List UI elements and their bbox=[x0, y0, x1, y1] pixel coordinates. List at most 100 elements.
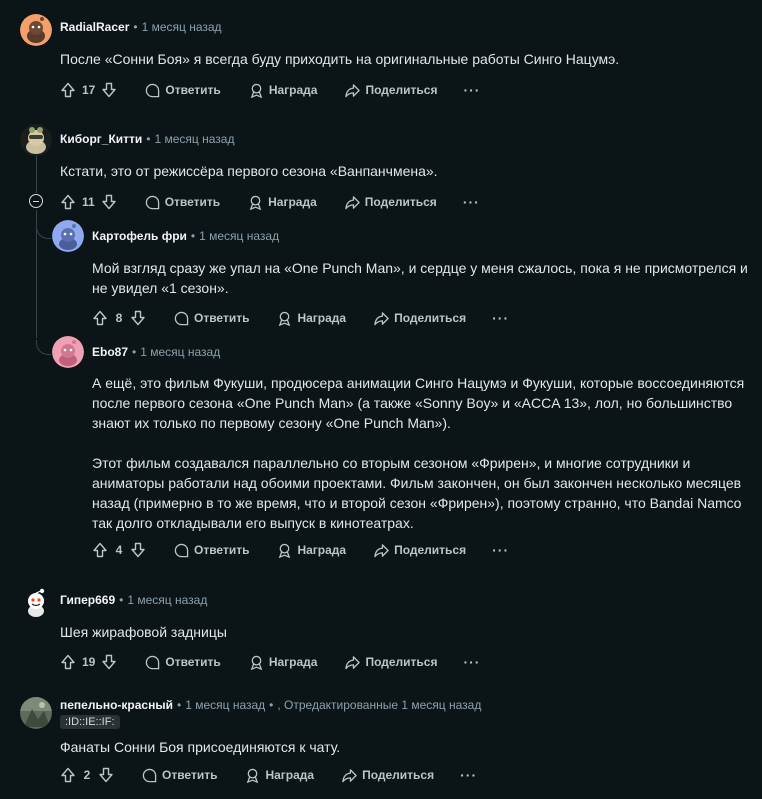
downvote-icon[interactable] bbox=[98, 767, 114, 783]
avatar[interactable] bbox=[52, 336, 84, 368]
award-icon bbox=[279, 311, 291, 326]
share-button[interactable]: Поделиться bbox=[345, 83, 437, 98]
comment-body: Мой взгляд сразу же упал на «One Punch M… bbox=[92, 258, 752, 298]
vote-count: 19 bbox=[82, 655, 96, 669]
avatar[interactable] bbox=[20, 586, 52, 618]
vote-control: 19 bbox=[60, 654, 117, 670]
comment-text: А ещё, это фильм Фукуши, продюсера анима… bbox=[92, 375, 745, 431]
award-button[interactable]: Награда bbox=[277, 543, 346, 558]
upvote-icon[interactable] bbox=[60, 654, 76, 670]
reply-button[interactable]: Ответить bbox=[145, 195, 220, 210]
award-icon bbox=[249, 195, 262, 210]
share-button[interactable]: Поделиться bbox=[374, 543, 466, 558]
more-options-icon[interactable]: ··· bbox=[463, 654, 480, 670]
comment-actions: 4 Ответить Награда Поделиться ··· bbox=[92, 534, 509, 566]
share-icon bbox=[374, 543, 389, 557]
comment-text: Мой взгляд сразу же упал на «One Punch M… bbox=[92, 260, 748, 296]
comment-header: Киборг_Китти • 1 месяц назад bbox=[60, 132, 235, 146]
downvote-icon[interactable] bbox=[101, 194, 117, 210]
thread-line bbox=[36, 155, 37, 193]
downvote-icon[interactable] bbox=[101, 82, 117, 98]
reply-button[interactable]: Ответить bbox=[142, 768, 217, 783]
more-options-icon[interactable]: ··· bbox=[463, 194, 480, 210]
downvote-icon[interactable] bbox=[130, 542, 146, 558]
upvote-icon[interactable] bbox=[92, 310, 108, 326]
reply-button[interactable]: Ответить bbox=[174, 543, 249, 558]
vote-count: 17 bbox=[82, 83, 96, 97]
comment-actions: 17 Ответить Награда Поделиться ··· bbox=[60, 74, 480, 106]
comment-bubble-icon bbox=[146, 83, 160, 97]
timestamp[interactable]: 1 месяц назад bbox=[154, 132, 234, 146]
vote-count: 8 bbox=[115, 311, 123, 325]
more-options-icon[interactable]: ··· bbox=[463, 82, 480, 98]
comment-thread: RadialRacer • 1 месяц назад После «Сонни Б… bbox=[0, 0, 762, 799]
upvote-icon[interactable] bbox=[60, 82, 76, 98]
timestamp[interactable]: 1 месяц назад bbox=[185, 698, 265, 712]
award-icon bbox=[250, 83, 263, 98]
vote-count: 11 bbox=[82, 195, 95, 209]
timestamp[interactable]: 1 месяц назад bbox=[142, 20, 222, 34]
author-name[interactable]: Картофель фри bbox=[92, 229, 187, 243]
comment-body: После «Сонни Боя» я всегда буду приходит… bbox=[60, 49, 720, 69]
upvote-icon[interactable] bbox=[60, 194, 76, 210]
award-button[interactable]: Награда bbox=[249, 655, 317, 670]
comment-text: После «Сонни Боя» я всегда буду приходит… bbox=[60, 51, 620, 67]
timestamp[interactable]: 1 месяц назад bbox=[199, 229, 279, 243]
collapse-thread-icon[interactable] bbox=[29, 194, 43, 208]
comment-body: Шея жирафовой задницы bbox=[60, 622, 720, 642]
avatar[interactable] bbox=[52, 220, 84, 252]
share-icon bbox=[345, 195, 360, 209]
downvote-icon[interactable] bbox=[101, 654, 117, 670]
share-button[interactable]: Поделиться bbox=[345, 655, 437, 670]
downvote-icon[interactable] bbox=[130, 310, 146, 326]
award-icon bbox=[250, 655, 263, 670]
avatar[interactable] bbox=[20, 697, 52, 729]
comment-actions: 2 Ответить Награда Поделиться ··· bbox=[60, 759, 477, 791]
award-button[interactable]: Награда bbox=[249, 83, 317, 98]
comment-text: Этот фильм создавался параллельно со вто… bbox=[92, 455, 742, 531]
vote-count: 4 bbox=[115, 543, 123, 557]
reply-button[interactable]: Ответить bbox=[174, 311, 249, 326]
thread-branch bbox=[36, 224, 51, 239]
more-options-icon[interactable]: ··· bbox=[492, 310, 509, 326]
more-options-icon[interactable]: ··· bbox=[492, 542, 509, 558]
snoo-avatar-icon bbox=[20, 586, 52, 618]
author-name[interactable]: RadialRacer bbox=[60, 20, 129, 34]
avatar[interactable] bbox=[20, 124, 52, 156]
vote-control: 11 bbox=[60, 194, 117, 210]
share-icon bbox=[345, 83, 361, 97]
snoo-avatar-icon bbox=[52, 220, 84, 252]
share-button[interactable]: Поделиться bbox=[345, 195, 437, 210]
timestamp[interactable]: 1 месяц назад bbox=[140, 345, 220, 359]
share-icon bbox=[342, 768, 357, 782]
award-button[interactable]: Награда bbox=[248, 195, 317, 210]
comment-header: пепельно-красный • 1 месяц назад •, Отредак… bbox=[60, 698, 482, 712]
user-flair: :ID::IE::IF: bbox=[60, 715, 120, 729]
reply-button[interactable]: Ответить bbox=[145, 83, 221, 98]
comment-bubble-icon bbox=[174, 543, 189, 557]
share-button[interactable]: Поделиться bbox=[342, 768, 434, 783]
author-name[interactable]: Ebo87 bbox=[92, 345, 128, 359]
comment-body: Фанаты Сонни Боя присоединяются к чату. bbox=[60, 737, 720, 757]
upvote-icon[interactable] bbox=[60, 767, 76, 783]
more-options-icon[interactable]: ··· bbox=[460, 767, 477, 783]
comment-bubble-icon bbox=[146, 655, 160, 669]
award-button[interactable]: Награда bbox=[245, 768, 314, 783]
comment-header: Гипер669 • 1 месяц назад bbox=[60, 593, 208, 607]
reply-button[interactable]: Ответить bbox=[145, 655, 221, 670]
comment-body: Кстати, это от режиссёра первого сезона … bbox=[60, 161, 720, 181]
comment-actions: 8 Ответить Награда Поделиться ··· bbox=[92, 302, 509, 334]
award-icon bbox=[279, 543, 291, 558]
comment-text: Кстати, это от режиссёра первого сезона … bbox=[60, 163, 438, 179]
author-name[interactable]: Гипер669 bbox=[60, 593, 115, 607]
author-name[interactable]: пепельно-красный bbox=[60, 698, 173, 712]
timestamp[interactable]: 1 месяц назад bbox=[127, 593, 207, 607]
author-name[interactable]: Киборг_Китти bbox=[60, 132, 142, 146]
avatar[interactable] bbox=[20, 14, 52, 46]
share-button[interactable]: Поделиться bbox=[374, 311, 466, 326]
comment-header: Картофель фри • 1 месяц назад bbox=[92, 229, 280, 243]
upvote-icon[interactable] bbox=[92, 542, 108, 558]
comment-header: Ebo87 • 1 месяц назад bbox=[92, 345, 221, 359]
award-button[interactable]: Награда bbox=[277, 311, 346, 326]
comment-bubble-icon bbox=[174, 311, 189, 325]
